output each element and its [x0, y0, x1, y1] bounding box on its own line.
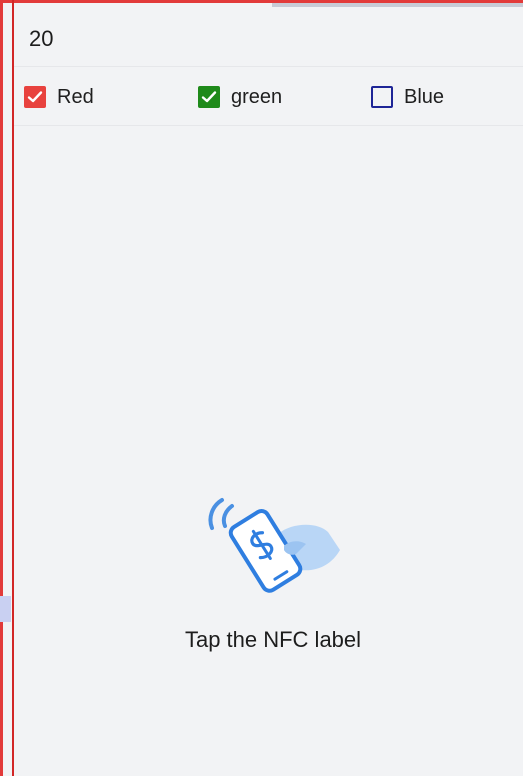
- frame-border-left: [0, 0, 3, 776]
- checkbox-blue[interactable]: Blue: [371, 84, 444, 110]
- checkbox-blue-label: Blue: [404, 86, 445, 108]
- checkbox-blue-box[interactable]: [371, 86, 393, 108]
- checkbox-green[interactable]: green: [198, 84, 282, 110]
- top-accent-bar: [272, 3, 523, 7]
- checkbox-green-box[interactable]: [198, 86, 220, 108]
- value-header: 20: [14, 8, 523, 67]
- check-icon: [201, 91, 217, 103]
- checkbox-red[interactable]: Red: [24, 84, 94, 110]
- checkbox-red-box[interactable]: [24, 86, 46, 108]
- nfc-prompt-text: Tap the NFC label: [184, 627, 362, 652]
- checkbox-red-label: Red: [57, 86, 94, 108]
- left-edge-tab: [0, 596, 11, 622]
- app-screen: 20 Red green Blue Tap the NFC label: [0, 0, 523, 776]
- header-value: 20: [29, 26, 54, 51]
- checkbox-green-label: green: [231, 86, 283, 108]
- color-options-row: Red green Blue: [14, 67, 523, 126]
- nfc-pay-icon: [200, 488, 345, 608]
- check-icon: [27, 91, 43, 103]
